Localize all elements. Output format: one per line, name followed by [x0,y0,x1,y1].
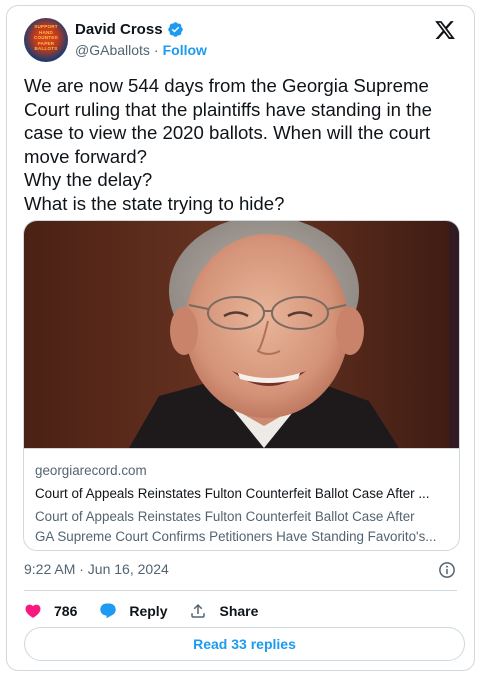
heart-icon [25,604,41,618]
link-domain: georgiarecord.com [35,463,147,478]
author-name-row: David Cross [75,21,184,38]
share-label: Share [219,603,259,619]
reply-bubble-icon [100,603,117,619]
link-description-line: Court of Appeals Reinstates Fulton Count… [35,509,415,524]
author-handle-row: @GAballots · Follow [75,42,207,58]
link-preview-meta: georgiarecord.com Court of Appeals Reins… [24,448,459,550]
author-handle[interactable]: @GAballots [75,42,150,58]
verified-badge-icon [167,22,183,37]
tweet-text-line: move forward? [24,145,147,167]
divider [24,590,457,591]
action-bar: 786 Reply Share [24,599,280,623]
author-display-name[interactable]: David Cross [75,21,163,38]
share-button[interactable]: Share [189,602,258,620]
tweet-text-line: Why the delay? [24,169,153,191]
like-count: 786 [54,603,78,619]
link-description-line: GA Supreme Court Confirms Petitioners Ha… [35,528,437,544]
tweet-timestamp[interactable]: 9:22 AM · Jun 16, 2024 [24,561,169,577]
x-logo-icon[interactable] [434,19,456,41]
avatar-logo-text: SUPPORT HAND COUNTED PAPER BALLOTS [33,24,59,52]
follow-button[interactable]: Follow [163,42,207,58]
avatar[interactable]: SUPPORT HAND COUNTED PAPER BALLOTS [24,18,68,62]
reply-label: Reply [129,603,168,619]
article-photo [24,221,459,448]
link-title: Court of Appeals Reinstates Fulton Count… [35,486,430,501]
like-button[interactable]: 786 [24,602,77,620]
read-replies-button[interactable]: Read 33 replies [24,627,465,661]
reply-button[interactable]: Reply [99,602,167,620]
share-icon [191,603,206,618]
handle-separator: · [153,42,159,58]
tweet-text-line: What is the state trying to hide? [24,192,285,214]
tweet-text-line: Court ruling that the plaintiffs have st… [24,98,432,120]
tweet-text-line: We are now 544 days from the Georgia Sup… [24,75,429,96]
tweet-card: SUPPORT HAND COUNTED PAPER BALLOTS David… [6,5,475,671]
link-description: Court of Appeals Reinstates Fulton Count… [35,507,453,546]
info-icon[interactable] [438,561,456,579]
tweet-text: We are now 544 days from the Georgia Sup… [24,74,464,216]
tweet-text-line: case to view the 2020 ballots. When will… [24,122,431,144]
link-preview-card[interactable]: georgiarecord.com Court of Appeals Reins… [23,220,460,551]
